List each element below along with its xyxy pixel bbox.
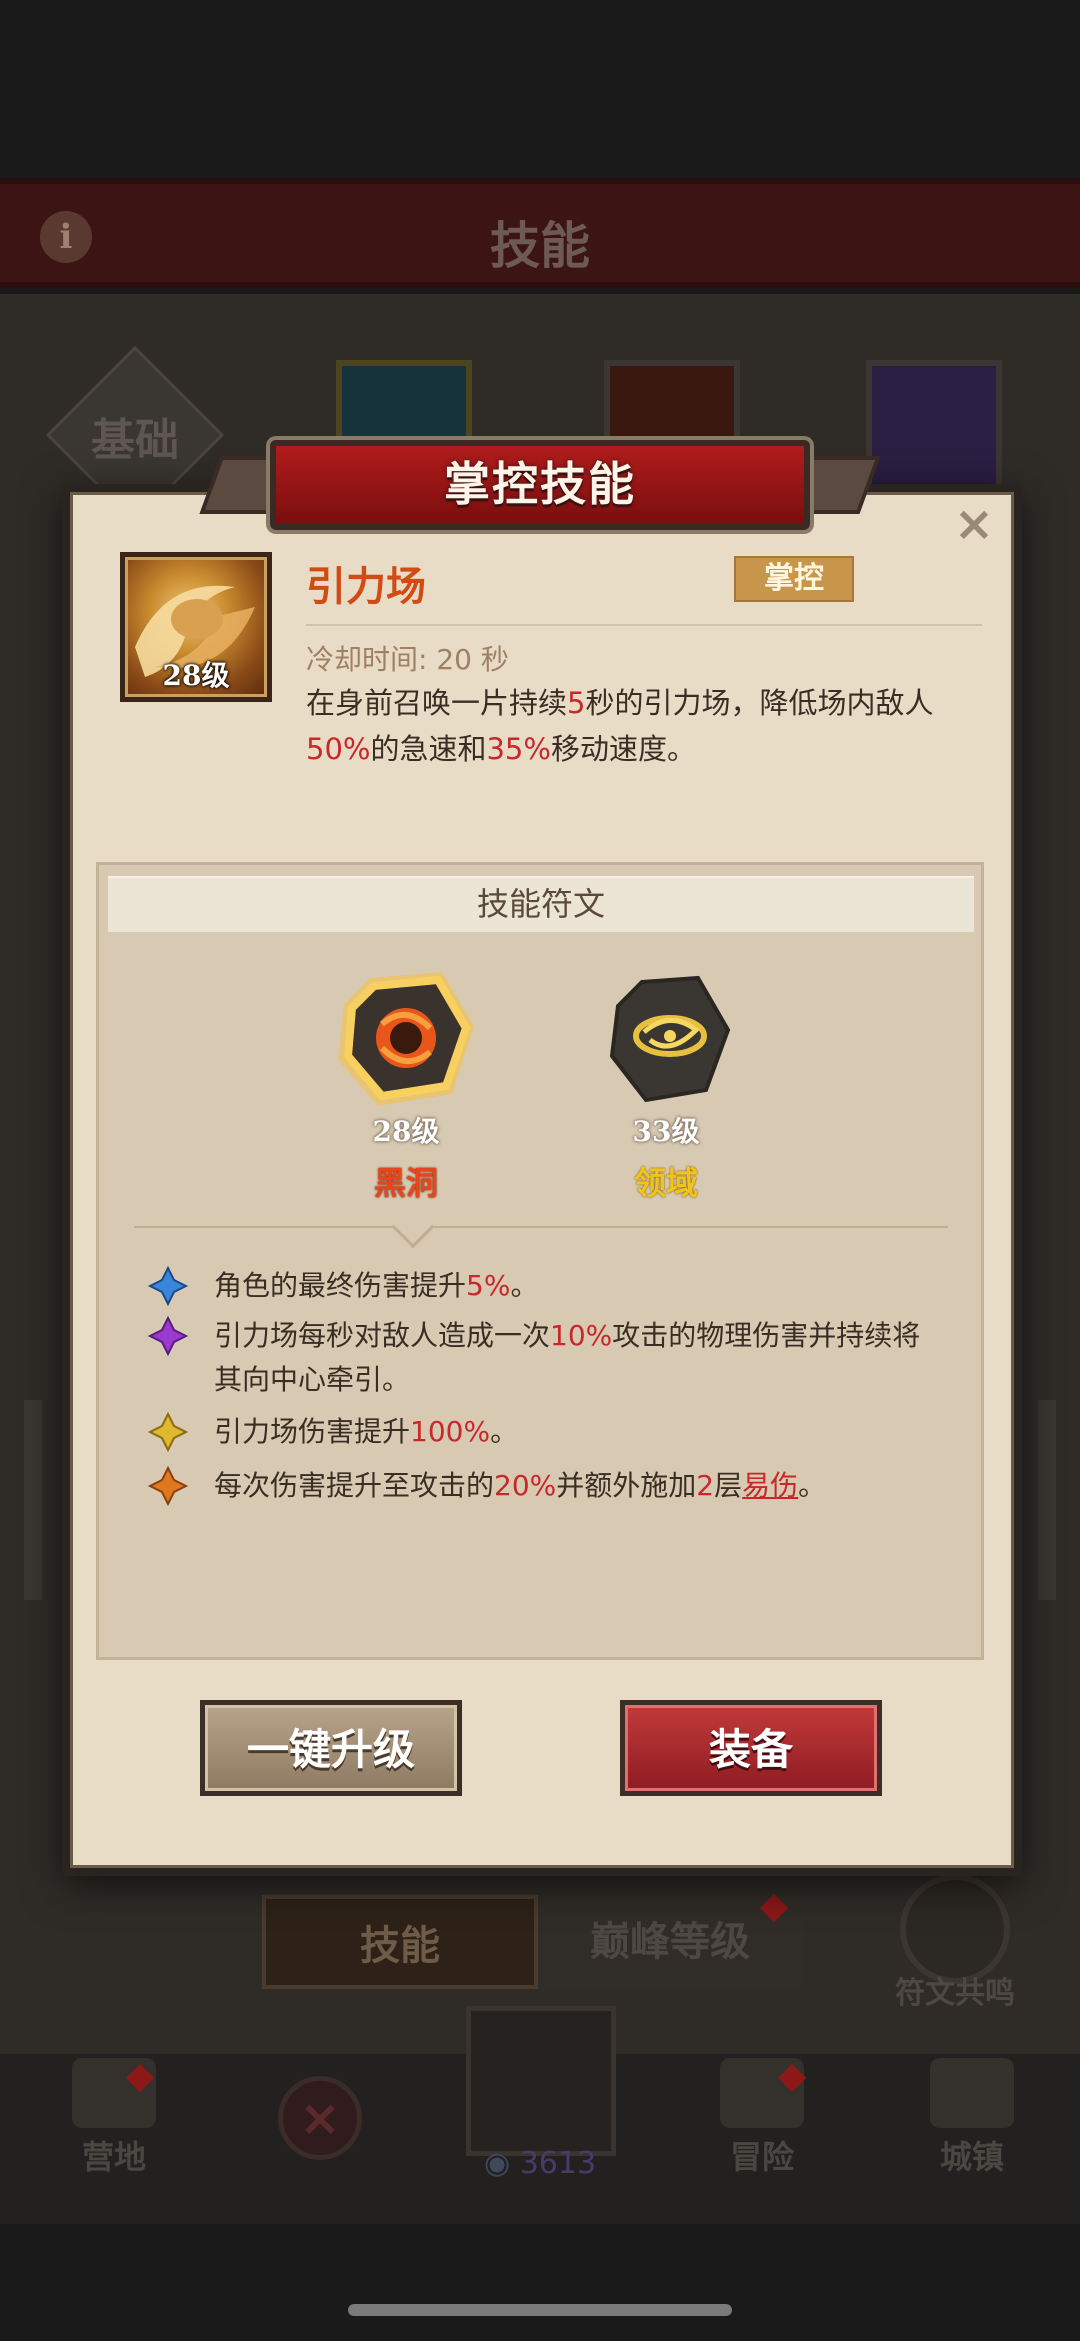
rune-level: 33级: [632, 1115, 700, 1148]
side-edge-right: [1038, 1400, 1056, 1600]
nav-center-emblem[interactable]: [466, 2006, 616, 2156]
equip-button[interactable]: 装备: [620, 1700, 882, 1796]
rune-header: 技能符文: [476, 885, 605, 923]
rune-effect-4: 每次伤害提升至攻击的20%并额外施加2层易伤。: [214, 1469, 827, 1502]
side-edge-left: [24, 1400, 42, 1600]
nav-label: 城镇: [939, 2138, 1004, 2176]
castle-icon: [930, 2058, 1014, 2128]
skill-name: 引力场: [306, 564, 426, 610]
rune-name: 领域: [633, 1164, 698, 1202]
divider: [306, 624, 982, 626]
star-orange-icon: [148, 1466, 188, 1506]
domain-rune-icon: [609, 975, 731, 1103]
skill-slot-3[interactable]: [866, 360, 1002, 490]
black-hole-rune-icon: [338, 972, 474, 1106]
rune-resonance-label: 符文共鸣: [895, 1976, 1015, 2011]
star-purple-icon: [148, 1316, 188, 1356]
rune-level: 28级: [372, 1115, 440, 1148]
quick-upgrade-button[interactable]: 一键升级: [200, 1700, 462, 1796]
category-label: 基础: [91, 415, 179, 466]
skill-type-badge: 掌控: [734, 556, 854, 602]
rune-panel: [96, 862, 984, 1660]
star-gold-icon: [148, 1412, 188, 1452]
home-indicator[interactable]: [348, 2304, 732, 2316]
currency-count: ◉ 3613: [484, 2146, 597, 2181]
skill-level: 28级: [162, 659, 230, 692]
close-icon[interactable]: ×: [952, 500, 996, 548]
star-blue-icon: [148, 1266, 188, 1306]
top-bar: i 技能: [0, 178, 1080, 288]
tab-skills[interactable]: 技能: [262, 1895, 538, 1989]
screen-title: 技能: [490, 217, 590, 275]
rune-effect-1: 角色的最终伤害提升5%。: [214, 1269, 539, 1302]
vulnerable-link[interactable]: 易伤: [742, 1469, 798, 1502]
skill-cooldown: 冷却时间: 20 秒: [306, 643, 509, 676]
rune-name: 黑洞: [373, 1164, 438, 1202]
skill-description: 在身前召唤一片持续5秒的引力场，降低场内敌人50%的急速和35%移动速度。: [306, 686, 934, 766]
nav-label: 营地: [81, 2138, 146, 2176]
close-icon[interactable]: ×: [278, 2076, 362, 2160]
rune-effect-2: 引力场每秒对敌人造成一次10%攻击的物理伤害并持续将其向中心牵引。: [214, 1319, 921, 1396]
nav-town[interactable]: 城镇: [922, 2058, 1022, 2178]
modal-title: 掌控技能: [444, 457, 636, 511]
nav-label: 冒险: [729, 2138, 794, 2176]
bottom-tabs: 技能 巅峰等级: [262, 1895, 802, 1989]
rune-black-hole[interactable]: [330, 964, 480, 1118]
rune-effect-3: 引力场伤害提升100%。: [214, 1415, 519, 1448]
divider: [134, 1226, 948, 1228]
rune-domain[interactable]: [606, 970, 732, 1110]
